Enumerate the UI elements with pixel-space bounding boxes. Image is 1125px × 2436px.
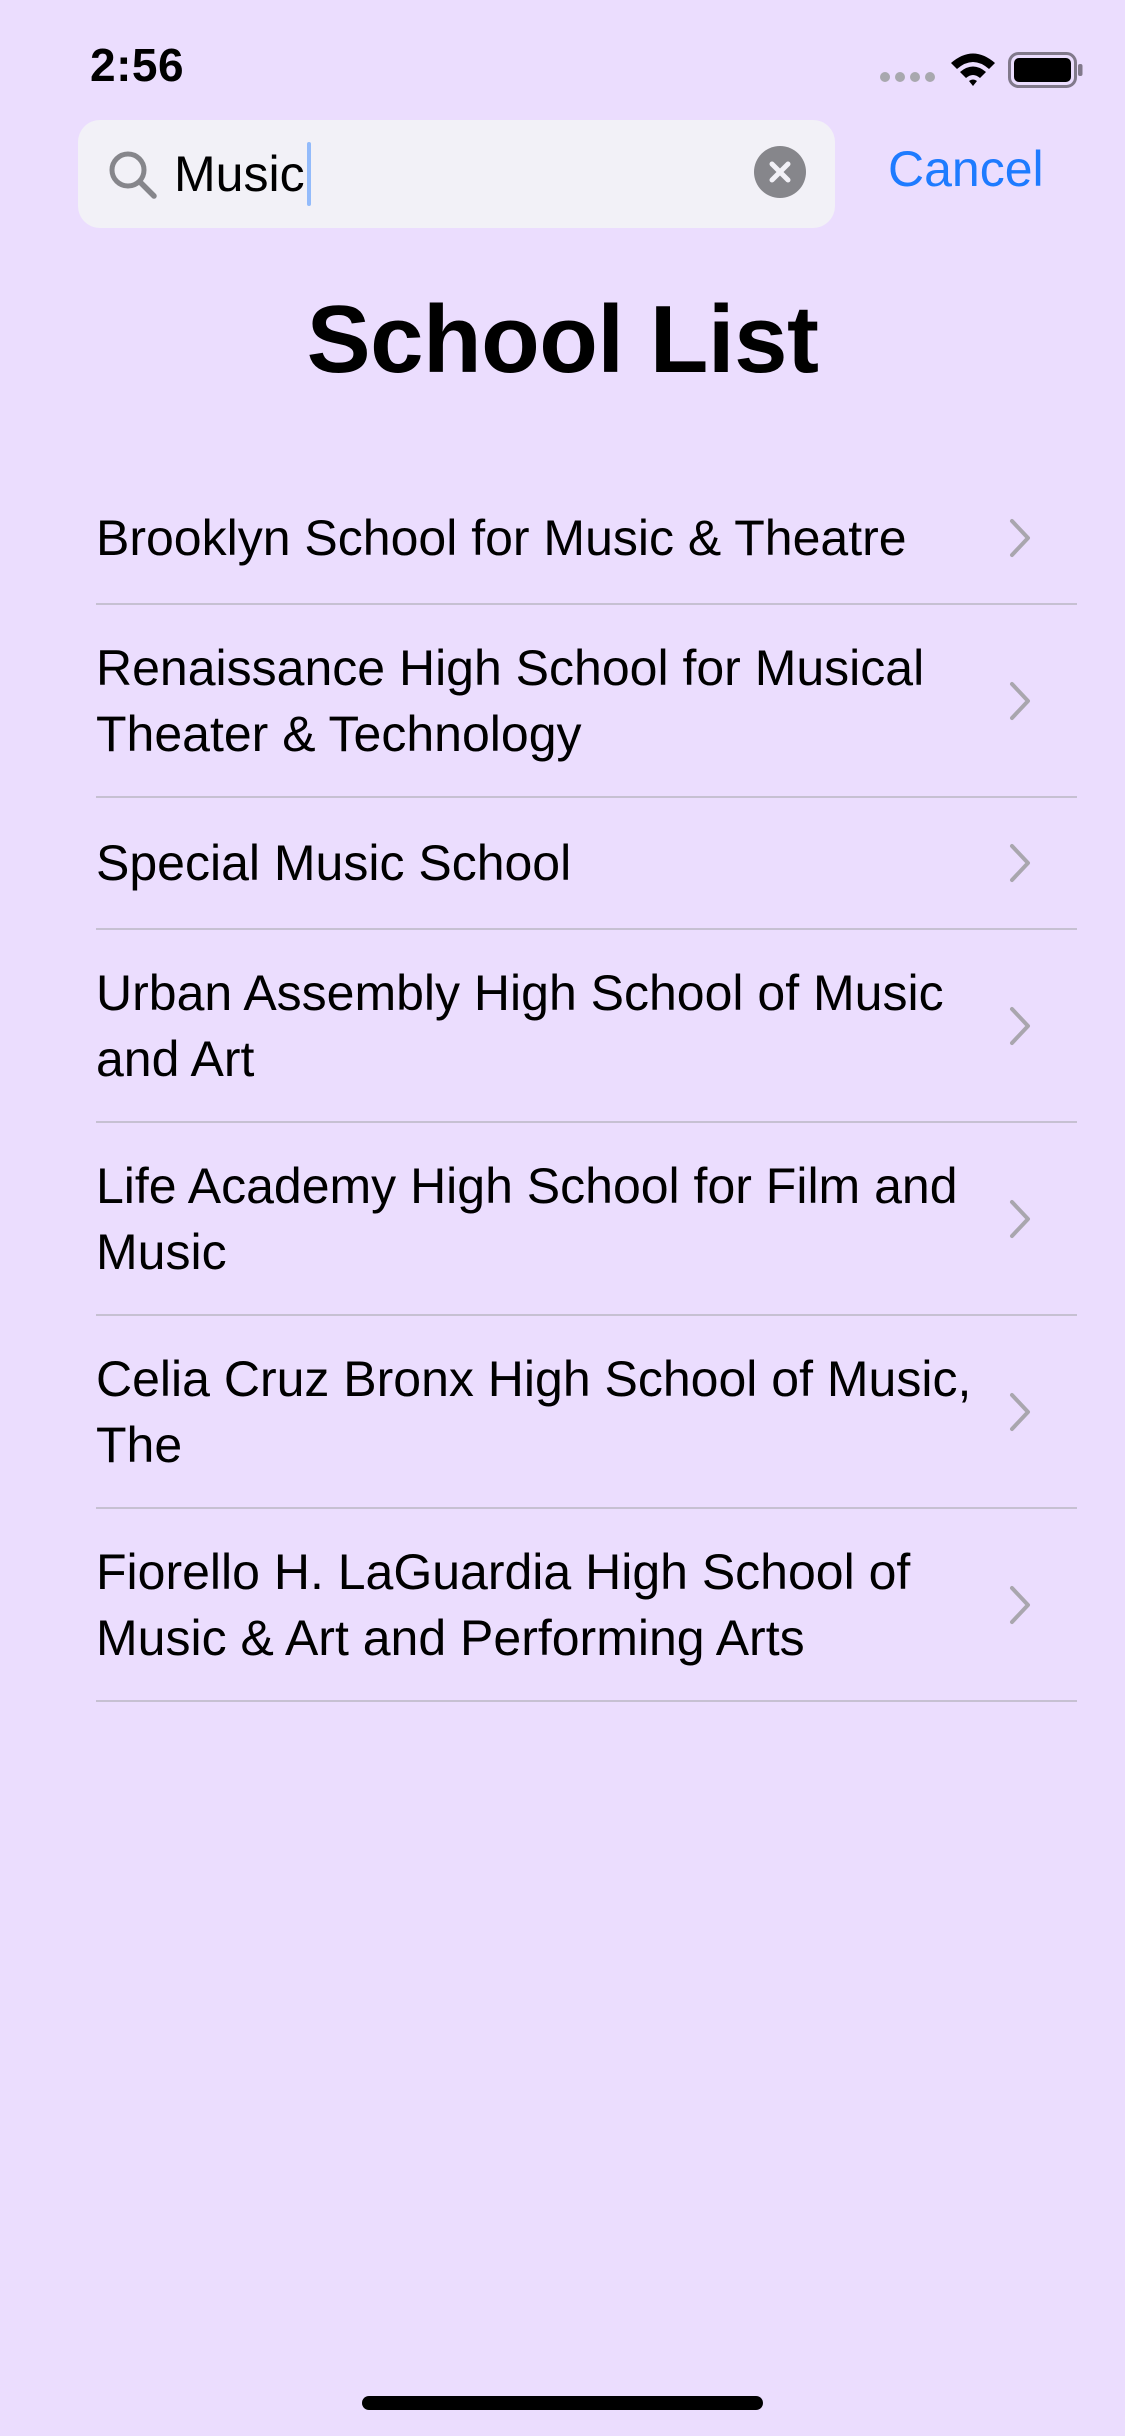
page-title: School List [306, 286, 819, 393]
list-item[interactable]: Fiorello H. LaGuardia High School of Mus… [96, 1509, 1077, 1702]
status-bar: 2:56 [0, 0, 1125, 130]
search-icon [109, 151, 157, 199]
list-item-label: Fiorello H. LaGuardia High School of Mus… [96, 1543, 911, 1666]
cellular-signal-icon [880, 72, 936, 84]
list-item-label: Special Music School [96, 835, 572, 891]
list-item[interactable]: Brooklyn School for Music & Theatre [96, 473, 1077, 605]
list-item[interactable]: Urban Assembly High School of Music and … [96, 930, 1077, 1123]
clear-icon[interactable] [754, 146, 806, 198]
search-input[interactable]: Music [78, 120, 835, 228]
school-list: Brooklyn School for Music & Theatre Rena… [96, 473, 1077, 1702]
list-item-label: Life Academy High School for Film and Mu… [96, 1157, 958, 1280]
list-item-label: Brooklyn School for Music & Theatre [96, 510, 907, 566]
battery-icon [1008, 52, 1083, 88]
chevron-right-icon [1010, 1392, 1030, 1431]
home-indicator[interactable] [362, 2396, 763, 2410]
text-caret [306, 142, 311, 206]
list-item[interactable]: Celia Cruz Bronx High School of Music, T… [96, 1316, 1077, 1509]
chevron-right-icon [1010, 1006, 1030, 1045]
search-value: Music [174, 146, 305, 202]
chevron-right-icon [1010, 519, 1030, 557]
wifi-icon [951, 53, 995, 86]
search-text-area[interactable]: Music [174, 142, 311, 206]
list-item-label: Renaissance High School for Musical Thea… [96, 639, 925, 762]
status-time: 2:56 [90, 39, 185, 91]
chevron-right-icon [1010, 844, 1030, 882]
list-item-label: Celia Cruz Bronx High School of Music, T… [96, 1350, 972, 1473]
cancel-button[interactable]: Cancel [888, 140, 1044, 198]
chevron-right-icon [1010, 681, 1030, 720]
list-item[interactable]: Life Academy High School for Film and Mu… [96, 1123, 1077, 1316]
list-item[interactable]: Renaissance High School for Musical Thea… [96, 605, 1077, 798]
chevron-right-icon [1010, 1199, 1030, 1238]
list-item-label: Urban Assembly High School of Music and … [96, 964, 944, 1087]
list-item[interactable]: Special Music School [96, 798, 1077, 930]
chevron-right-icon [1010, 1585, 1030, 1624]
